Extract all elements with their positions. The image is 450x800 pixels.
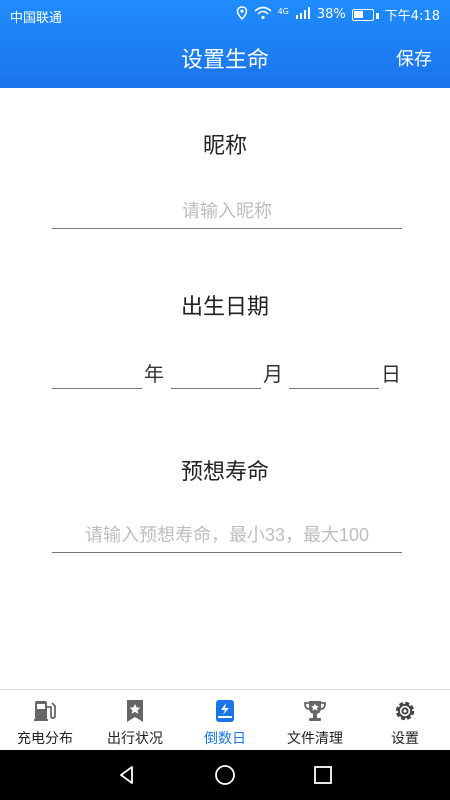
gear-icon xyxy=(392,698,418,724)
carrier-name: 中国联通 xyxy=(10,11,63,26)
recents-icon[interactable] xyxy=(312,764,334,786)
app-bar: 设置生命 保存 xyxy=(0,30,450,88)
year-label: 年 xyxy=(144,362,164,386)
status-time: 下午4:18 xyxy=(384,9,440,24)
nav-label: 倒数日 xyxy=(204,731,246,747)
birthdate-title: 出生日期 xyxy=(180,295,269,320)
nav-item-file-cleanup[interactable]: 文件清理 xyxy=(270,690,360,751)
nav-label: 文件清理 xyxy=(287,731,343,747)
nav-label: 出行状况 xyxy=(107,731,163,747)
lifespan-title: 预想寿命 xyxy=(180,460,269,485)
nickname-input[interactable] xyxy=(52,194,402,229)
home-icon[interactable] xyxy=(214,764,236,786)
trophy-icon xyxy=(302,698,328,724)
network-type-icon: 4G xyxy=(277,7,289,16)
save-button[interactable]: 保存 xyxy=(396,45,432,71)
nickname-title: 昵称 xyxy=(202,134,247,159)
wifi-icon xyxy=(254,6,272,24)
signal-icon xyxy=(295,6,311,23)
nav-item-settings[interactable]: 设置 xyxy=(360,690,450,751)
battery-percent: 38% xyxy=(316,7,346,22)
nav-label: 设置 xyxy=(391,731,419,747)
nav-label: 充电分布 xyxy=(17,731,73,747)
battery-tip xyxy=(375,12,379,19)
lightning-book-icon xyxy=(212,698,238,724)
battery-icon xyxy=(351,8,374,21)
location-icon xyxy=(236,5,248,24)
birth-year-input[interactable] xyxy=(52,356,142,389)
nav-item-travel-status[interactable]: 出行状况 xyxy=(90,690,180,751)
day-label: 日 xyxy=(381,362,401,386)
bottom-nav: 充电分布 出行状况 倒数日 文件清理 设置 xyxy=(0,689,450,751)
nav-item-charging-map[interactable]: 充电分布 xyxy=(0,690,90,751)
status-icons: 4G 38% 下午4:18 xyxy=(236,5,440,24)
status-bar: 中国联通 4G 38% 下午4:18 xyxy=(0,0,450,30)
birthdate-row: 年 月 日 xyxy=(52,356,402,390)
nav-item-countdown-days[interactable]: 倒数日 xyxy=(180,690,270,751)
birth-day-input[interactable] xyxy=(289,356,379,389)
header: 中国联通 4G 38% 下午4:18 设置生命 保存 xyxy=(0,0,450,88)
month-label: 月 xyxy=(263,362,283,386)
page-title: 设置生命 xyxy=(180,48,269,73)
birth-month-input[interactable] xyxy=(171,356,261,389)
bookmark-star-icon xyxy=(122,698,148,724)
back-icon[interactable] xyxy=(116,764,138,786)
fuel-pump-icon xyxy=(32,698,58,724)
lifespan-input[interactable] xyxy=(52,518,402,553)
system-nav-bar xyxy=(0,750,450,800)
